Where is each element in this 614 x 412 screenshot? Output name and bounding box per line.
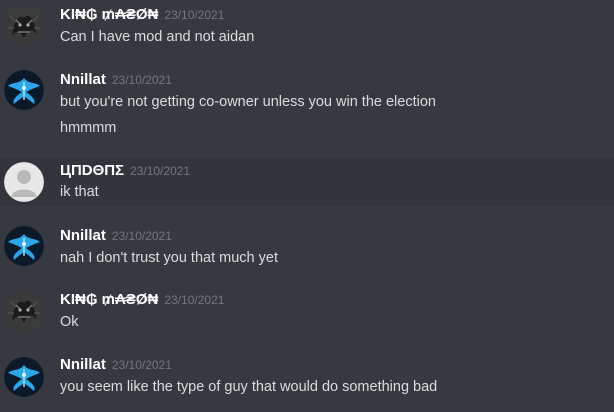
message-group: Nnillat 23/10/2021 but you're not getting… — [0, 64, 614, 158]
username[interactable]: Nnillat — [60, 356, 106, 373]
dark-creature-avatar[interactable] — [4, 6, 44, 46]
message-group: Nnillat 23/10/2021 you seem like the type… — [0, 334, 614, 412]
chat-message-list: KI₦₲ ₥₳₴Ø₦ 23/10/2021 Can I have mod and … — [0, 0, 614, 412]
message-text: Can I have mod and not aidan — [60, 29, 255, 45]
message-text: ik that — [60, 184, 99, 200]
timestamp: 23/10/2021 — [111, 229, 172, 243]
username[interactable]: Nnillat — [60, 71, 106, 88]
message-header: Nnillat 23/10/2021 — [60, 355, 172, 375]
username[interactable]: ЦПDΘПΣ — [60, 162, 124, 179]
timestamp: 23/10/2021 — [111, 358, 172, 372]
message-text: hmmmm — [60, 120, 117, 136]
username[interactable]: KI₦₲ ₥₳₴Ø₦ — [60, 291, 158, 308]
username[interactable]: Nnillat — [60, 227, 106, 244]
message-text: Ok — [60, 314, 79, 330]
message-header: KI₦₲ ₥₳₴Ø₦ 23/10/2021 — [60, 290, 224, 310]
username[interactable]: KI₦₲ ₥₳₴Ø₦ — [60, 6, 158, 23]
blue-phoenix-avatar[interactable] — [4, 70, 44, 110]
message-group: KI₦₲ ₥₳₴Ø₦ 23/10/2021 Can I have mod and … — [0, 0, 614, 64]
message-text: you seem like the type of guy that would… — [60, 379, 438, 395]
message-group: KI₦₲ ₥₳₴Ø₦ 23/10/2021 Ok — [0, 270, 614, 334]
blue-phoenix-avatar[interactable] — [4, 226, 44, 266]
timestamp: 23/10/2021 — [130, 164, 191, 178]
message-group: Nnillat 23/10/2021 nah I don't trust you … — [0, 206, 614, 270]
message-text: but you're not getting co-owner unless y… — [60, 94, 436, 110]
timestamp: 23/10/2021 — [164, 293, 225, 307]
message-group: ЦПDΘПΣ 23/10/2021 ik that — [0, 158, 614, 206]
message-header: Nnillat 23/10/2021 — [60, 226, 172, 246]
default-user-avatar[interactable] — [4, 162, 44, 202]
message-header: Nnillat 23/10/2021 — [60, 70, 172, 90]
message-text: nah I don't trust you that much yet — [60, 250, 278, 266]
timestamp: 23/10/2021 — [111, 73, 172, 87]
dark-creature-avatar[interactable] — [4, 291, 44, 331]
timestamp: 23/10/2021 — [164, 8, 225, 22]
message-header: KI₦₲ ₥₳₴Ø₦ 23/10/2021 — [60, 5, 224, 25]
blue-phoenix-avatar[interactable] — [4, 357, 44, 397]
message-header: ЦПDΘПΣ 23/10/2021 — [60, 161, 190, 181]
